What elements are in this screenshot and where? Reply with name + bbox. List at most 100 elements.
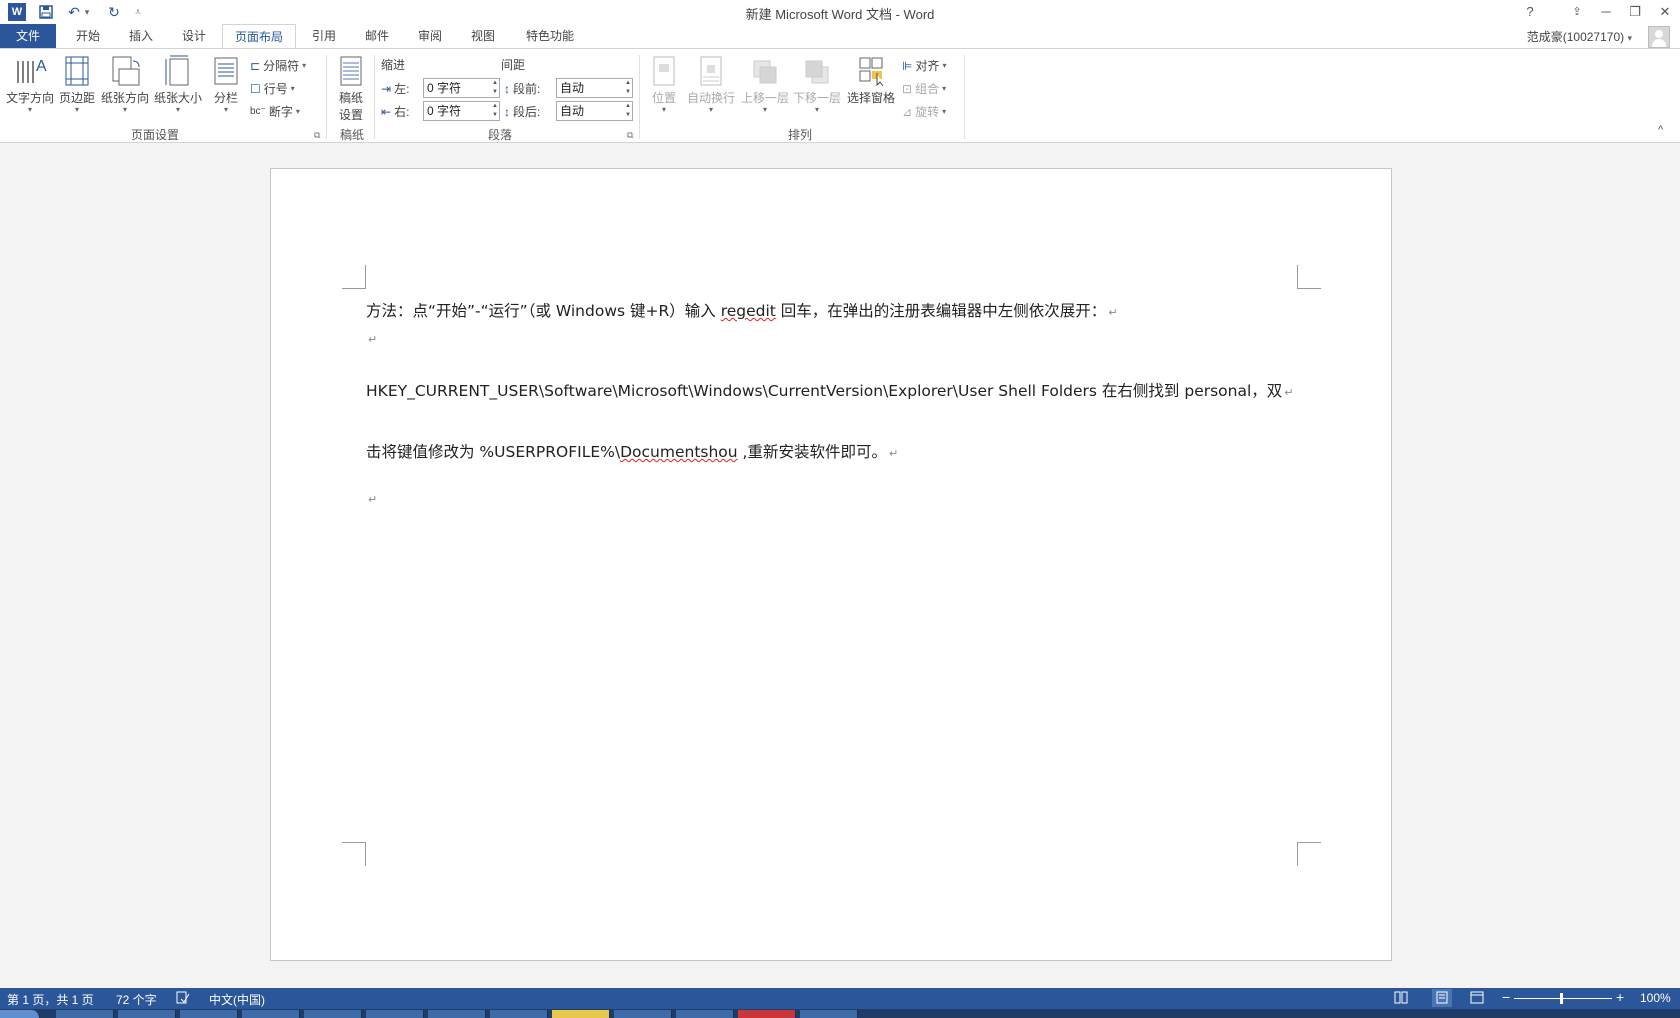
chevron-down-icon: ▾ [223,105,228,114]
paper-size-button[interactable]: 纸张大小 ▾ [152,55,204,114]
breaks-button[interactable]: ⊏ 分隔符 ▾ [250,57,306,74]
close-button[interactable]: ✕ [1652,2,1678,22]
paper-size-icon [164,55,192,87]
margins-button[interactable]: 页边距 ▾ [56,55,98,114]
tab-references[interactable]: 引用 [304,24,344,48]
minimize-button[interactable]: ─ [1593,2,1619,22]
zoom-out-button[interactable]: − [1502,989,1510,1005]
group-button[interactable]: ⊡ 组合 ▾ [902,80,946,97]
document-page[interactable]: 方法：点“开始”-“运行”（或 Windows 键+R）输入 regedit 回… [270,168,1392,961]
chevron-down-icon: ▾ [295,106,300,116]
web-layout-icon[interactable] [1470,991,1484,1007]
tab-view[interactable]: 视图 [463,24,503,48]
user-account[interactable]: 范成豪(10027170) ▾ [1527,28,1632,45]
taskbar-app-button[interactable] [800,1010,858,1018]
chevron-down-icon: ▾ [122,105,127,114]
tab-file[interactable]: 文件 [0,24,56,48]
read-mode-icon[interactable] [1394,991,1408,1007]
ribbon-page-layout: A 文字方向 ▾ 页边距 ▾ 纸张方向 ▾ 纸张大小 ▾ 分栏 ▾ ⊏ 分隔符 … [0,48,1680,143]
tab-insert[interactable]: 插入 [121,24,161,48]
taskbar-app-button[interactable] [304,1010,362,1018]
user-dropdown-icon: ▾ [1627,33,1632,43]
help-button[interactable]: ? [1517,2,1543,22]
taskbar-app-button[interactable] [366,1010,424,1018]
taskbar-app-button[interactable] [56,1010,114,1018]
align-icon: ⊫ [902,58,913,73]
tab-design[interactable]: 设计 [174,24,214,48]
paragraph-2[interactable]: ↵ [366,329,377,347]
word-count[interactable]: 72 个字 [116,991,157,1008]
tab-home[interactable]: 开始 [68,24,108,48]
window-title: 新建 Microsoft Word 文档 - Word [745,7,935,22]
spacing-before-input[interactable]: 自动 ▲ ▼ [556,78,633,98]
bring-forward-button[interactable]: 上移一层 ▾ [740,55,790,114]
zoom-level[interactable]: 100% [1640,991,1671,1005]
zoom-slider[interactable] [1514,993,1612,1004]
misspelled-word[interactable]: regedit [721,302,776,320]
send-backward-button[interactable]: 下移一层 ▾ [792,55,842,114]
paragraph-1[interactable]: 方法：点“开始”-“运行”（或 Windows 键+R）输入 regedit 回… [366,299,1118,321]
taskbar-app-button[interactable] [490,1010,548,1018]
collapse-ribbon-icon[interactable]: ^ [1658,124,1663,136]
columns-icon [213,55,239,87]
group-divider [639,55,640,139]
misspelled-word[interactable]: Documentshou [620,443,738,461]
restore-button[interactable]: ❐ [1622,2,1648,22]
tab-mailings[interactable]: 邮件 [357,24,397,48]
spinner-arrows-icon[interactable]: ▲ ▼ [625,102,631,120]
spinner-arrows-icon[interactable]: ▲ ▼ [625,79,631,97]
tab-special-features[interactable]: 特色功能 [518,24,582,48]
position-button[interactable]: 位置 ▾ [646,55,682,114]
margin-corner-bottom-right [1297,842,1321,866]
taskbar-app-button[interactable] [242,1010,300,1018]
taskbar-app-button[interactable] [614,1010,672,1018]
spinner-arrows-icon[interactable]: ▲ ▼ [492,79,498,97]
spinner-arrows-icon[interactable]: ▲ ▼ [492,102,498,120]
hyphenation-button[interactable]: bc⁻ 断字 ▾ [250,103,300,120]
group-divider [964,55,965,139]
paragraph-dialog-launcher-icon[interactable]: ⧉ [627,130,633,141]
spacing-after-label: ↕ 段后: [504,103,540,120]
taskbar-start-button[interactable] [0,1010,40,1018]
indent-right-icon: ⇤ [381,104,392,119]
ribbon-display-options-button[interactable]: ⇪ [1564,2,1590,22]
taskbar-app-button[interactable] [552,1010,610,1018]
spacing-after-input[interactable]: 自动 ▲ ▼ [556,101,633,121]
zoom-slider-thumb[interactable] [1560,993,1563,1004]
paragraph-group-label: 段落 [487,128,512,142]
taskbar-app-button[interactable] [676,1010,734,1018]
wrap-text-button[interactable]: 自动换行 ▾ [686,55,736,114]
paragraph-4[interactable]: 击将键值修改为 %USERPROFILE%\Documentshou ,重新安装… [366,440,898,462]
proofing-icon[interactable] [176,991,190,1007]
avatar[interactable] [1648,26,1670,48]
selection-pane-icon [857,55,885,87]
tab-review[interactable]: 审阅 [410,24,450,48]
taskbar-app-button[interactable] [180,1010,238,1018]
taskbar-app-button[interactable] [118,1010,176,1018]
rotate-button[interactable]: ⊿ 旋转 ▾ [902,103,946,120]
draft-paper-settings-button[interactable]: 稿纸 设置 [332,55,370,123]
zoom-in-button[interactable]: + [1616,989,1624,1005]
taskbar-app-button[interactable] [428,1010,486,1018]
print-layout-icon[interactable] [1432,989,1452,1007]
language-indicator[interactable]: 中文(中国) [209,991,265,1008]
paragraph-3[interactable]: HKEY_CURRENT_USER\Software\Microsoft\Win… [366,379,1294,401]
page-count[interactable]: 第 1 页，共 1 页 [7,991,94,1008]
chevron-down-icon: ▾ [708,105,713,114]
paragraph-1-text: 方法：点“开始”-“运行”（或 Windows 键+R）输入 [366,302,721,320]
document-area[interactable]: 方法：点“开始”-“运行”（或 Windows 键+R）输入 regedit 回… [0,144,1680,988]
columns-button[interactable]: 分栏 ▾ [208,55,244,114]
indent-right-value: 0 字符 [427,104,462,118]
indent-right-input[interactable]: 0 字符 ▲ ▼ [423,101,500,121]
paragraph-5[interactable]: ↵ [366,489,377,507]
svg-text:A: A [36,58,47,75]
text-direction-button[interactable]: A 文字方向 ▾ [4,55,56,114]
tab-page-layout[interactable]: 页面布局 [222,24,296,49]
line-numbers-button[interactable]: ☐ 行号 ▾ [250,80,295,97]
indent-left-input[interactable]: 0 字符 ▲ ▼ [423,78,500,98]
page-setup-dialog-launcher-icon[interactable]: ⧉ [314,130,320,141]
align-button[interactable]: ⊫ 对齐 ▾ [902,57,946,74]
orientation-button[interactable]: 纸张方向 ▾ [99,55,151,114]
taskbar-app-button[interactable] [738,1010,796,1018]
selection-pane-button[interactable]: 选择窗格 [845,55,897,106]
